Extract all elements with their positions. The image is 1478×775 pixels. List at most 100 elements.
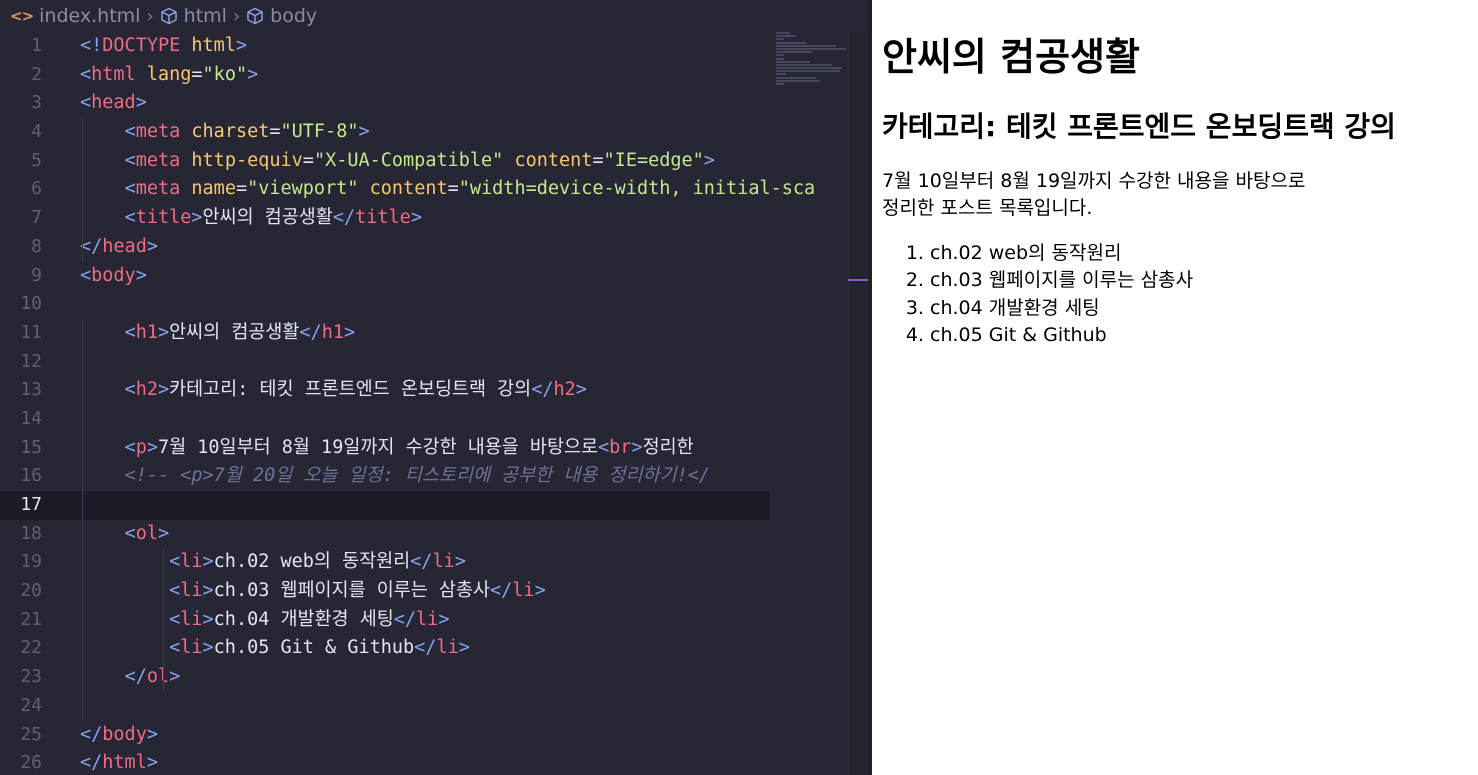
code-token: > (202, 637, 214, 659)
code-line[interactable]: 5 <meta http-equiv="X-UA-Compatible" con… (0, 146, 770, 176)
line-text[interactable]: <html lang="ko"> (80, 61, 258, 90)
code-token: > (135, 92, 147, 114)
code-line[interactable]: 15 <p>7월 10일부터 8월 19일까지 수강한 내용을 바탕으로<br>… (0, 433, 770, 463)
line-text[interactable]: <meta name="viewport" content="width=dev… (80, 175, 816, 204)
code-token: = (592, 149, 604, 171)
code-line[interactable]: 19 <li>ch.02 web의 동작원리</li> (0, 548, 770, 578)
preview-heading-2: 카테고리: 테킷 프론트엔드 온보딩트랙 강의 (882, 110, 1396, 143)
line-number: 4 (31, 121, 42, 143)
code-line[interactable]: 25 </body> (0, 721, 770, 750)
indent-guide (82, 519, 83, 549)
code-line[interactable]: 3 <head> (0, 89, 770, 118)
code-line[interactable]: 22 <li>ch.05 Git & Github</li> (0, 634, 770, 664)
code-line[interactable]: 1 <!DOCTYPE html> (0, 32, 770, 61)
code-line[interactable]: 23 </ol> (0, 663, 770, 692)
line-text[interactable]: </body> (80, 721, 158, 750)
code-token: < (80, 264, 92, 286)
code-token: DOCTYPE (102, 35, 181, 56)
code-line[interactable]: 6 <meta name="viewport" content="width=d… (0, 175, 815, 205)
preview-paragraph: 7월 10일부터 8월 19일까지 수강한 내용을 바탕으로 정리한 포스트 목록… (882, 168, 1305, 222)
code-line[interactable]: 11 <h1>안씨의 컴공생활</h1> (0, 318, 770, 348)
code-token: 안씨의 컴공생활 (202, 207, 333, 229)
indent-guide (82, 577, 83, 606)
code-line[interactable]: 24 (0, 691, 770, 721)
code-line[interactable]: 26 </html> (0, 749, 770, 775)
line-text[interactable]: <h2>카테고리: 테킷 프론트엔드 온보딩트랙 강의</h2> (80, 376, 587, 405)
line-text[interactable]: <li>ch.02 web의 동작원리</li> (80, 548, 466, 577)
indent-guide (82, 376, 83, 405)
preview-ordered-list: ch.02 web의 동작원리 ch.03 웹페이지를 이루는 삼총사 ch.0… (882, 240, 1193, 349)
code-line[interactable]: 9 <body> (0, 262, 770, 291)
line-text[interactable]: </html> (80, 749, 158, 775)
code-lines[interactable]: 1 <!DOCTYPE html> 2 <html lang="ko"> 3 <head>… (0, 32, 815, 775)
cursor-position-marker (848, 279, 868, 281)
code-token: name (191, 178, 236, 200)
line-number: 6 (31, 178, 42, 200)
code-token: "UTF-8" (280, 121, 359, 143)
indent-guide (82, 404, 83, 434)
line-text[interactable]: <h1>안씨의 컴공생활</h1> (80, 319, 356, 348)
code-line[interactable]: 4 <meta charset="UTF-8"> (0, 118, 770, 147)
code-token: > (343, 321, 356, 343)
indent-guide (82, 491, 83, 520)
code-token: < (124, 178, 136, 200)
line-text[interactable]: <meta charset="UTF-8"> (80, 118, 370, 147)
indent-guide (163, 548, 164, 578)
list-item: ch.03 웹페이지를 이루는 삼총사 (930, 267, 1193, 294)
code-line[interactable]: 12 (0, 347, 770, 377)
code-line[interactable]: 18 <ol> (0, 519, 770, 549)
code-token: > (157, 379, 170, 401)
line-text[interactable]: <body> (80, 262, 147, 291)
code-line[interactable]: 8 </head> (0, 232, 770, 262)
breadcrumb-body[interactable]: body (246, 5, 317, 27)
indent-guide (163, 663, 164, 692)
vertical-scrollbar[interactable] (848, 32, 868, 775)
code-line[interactable]: 17 (0, 491, 770, 520)
code-line[interactable]: 10 (0, 290, 770, 319)
breadcrumb-file[interactable]: <> index.html (10, 5, 140, 27)
code-line[interactable]: 20 <li>ch.03 웹페이지를 이루는 삼총사</li> (0, 577, 770, 606)
line-text[interactable]: <head> (80, 89, 147, 118)
line-number: 21 (20, 608, 42, 630)
code-token: "width=device-width, initial-sca (458, 178, 816, 200)
code-line[interactable]: 16 <!-- <p>7월 20일 오늘 일정: 티스토리에 공부한 내용 정리… (0, 462, 770, 491)
code-line[interactable]: 21 <li>ch.04 개발환경 세팅</li> (0, 605, 770, 635)
line-number: 2 (31, 63, 42, 85)
minimap[interactable] (776, 32, 848, 92)
code-line[interactable]: 14 (0, 404, 770, 434)
breadcrumb-html[interactable]: html (160, 5, 227, 27)
code-token: < (169, 637, 181, 659)
line-number: 9 (31, 264, 42, 286)
code-token: </ (299, 321, 322, 343)
code-token: </ (80, 723, 103, 745)
code-line[interactable]: 2 <html lang="ko"> (0, 61, 770, 90)
line-number: 18 (20, 522, 42, 544)
line-text[interactable]: <meta http-equiv="X-UA-Compatible" conte… (80, 147, 715, 176)
code-token: li (180, 551, 203, 573)
line-text[interactable]: <!-- <p>7월 20일 오늘 일정: 티스토리에 공부한 내용 정리하기!… (80, 462, 710, 491)
code-line[interactable]: 13 <h2>카테고리: 테킷 프론트엔드 온보딩트랙 강의</h2> (0, 376, 770, 405)
line-text[interactable]: <ol> (80, 520, 170, 549)
code-token: > (410, 207, 422, 229)
code-editor[interactable]: <> index.html › html › body 1 <!DOCTYPE h… (0, 0, 868, 775)
indent-guide (82, 462, 83, 491)
line-text[interactable]: <title>안씨의 컴공생활</title> (80, 204, 422, 233)
code-token: ol (146, 666, 170, 688)
code-token: br (609, 436, 632, 458)
line-text[interactable]: <p>7월 10일부터 8월 19일까지 수강한 내용을 바탕으로<br>정리한 (80, 434, 694, 463)
line-text[interactable]: </head> (80, 233, 158, 262)
line-text[interactable]: <li>ch.04 개발환경 세팅</li> (80, 606, 449, 635)
line-text[interactable]: <li>ch.05 Git & Github</li> (80, 634, 470, 663)
code-line[interactable]: 7 <title>안씨의 컴공생활</title> (0, 204, 770, 233)
line-text[interactable]: </ol> (80, 663, 181, 692)
line-text[interactable]: <li>ch.03 웹페이지를 이루는 삼총사</li> (80, 577, 546, 606)
code-token: h1 (321, 321, 344, 343)
line-text[interactable]: <!DOCTYPE html> (80, 32, 247, 61)
indent-guide (82, 347, 83, 377)
